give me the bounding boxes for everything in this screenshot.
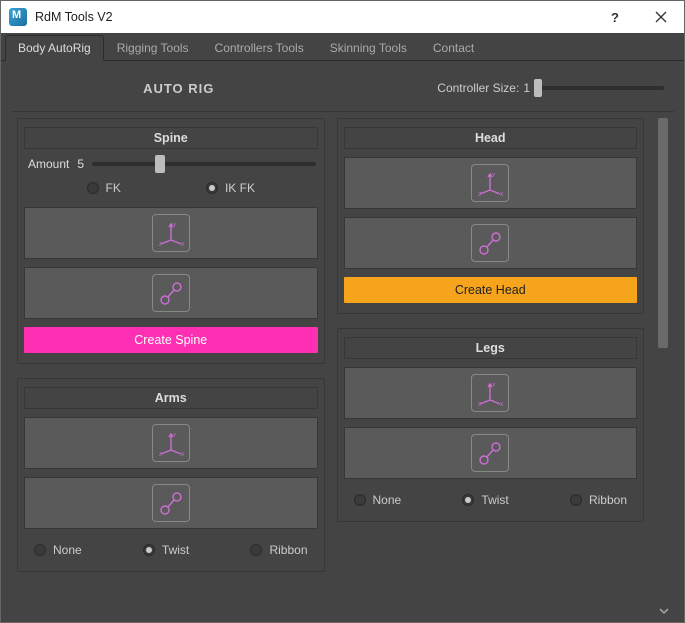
legs-radio-ribbon[interactable]: Ribbon	[570, 493, 627, 507]
joint-chain-icon	[152, 484, 190, 522]
create-head-button[interactable]: Create Head	[344, 277, 638, 303]
radio-label: None	[53, 543, 82, 557]
legs-joint-button[interactable]	[344, 427, 638, 479]
controller-size-slider-thumb[interactable]	[534, 79, 542, 97]
arms-radio-none[interactable]: None	[34, 543, 82, 557]
svg-text:Z: Z	[159, 242, 162, 248]
legs-radio-twist[interactable]: Twist	[462, 493, 508, 507]
radio-dot-icon	[250, 544, 262, 556]
spine-amount-slider-thumb[interactable]	[155, 155, 165, 173]
svg-text:Y: Y	[492, 383, 496, 389]
arms-mode-radios: None Twist Ribbon	[24, 539, 318, 561]
spine-radio-fk[interactable]: FK	[87, 181, 121, 195]
spine-mode-radios: FK IK FK	[24, 177, 318, 199]
close-button[interactable]	[638, 1, 684, 33]
tabbar: Body AutoRig Rigging Tools Controllers T…	[1, 33, 684, 61]
svg-text:X: X	[500, 402, 504, 408]
legs-panel: Legs Y Z X	[337, 328, 645, 522]
controller-size-slider[interactable]	[534, 86, 664, 90]
scroll-down-icon[interactable]	[658, 605, 670, 617]
main-scroll-area: Spine Amount 5 FK IK FK	[11, 111, 674, 604]
radio-dot-icon	[462, 494, 474, 506]
arms-radio-ribbon[interactable]: Ribbon	[250, 543, 307, 557]
radio-label: IK FK	[225, 181, 255, 195]
spine-locator-button[interactable]: Y Z X	[24, 207, 318, 259]
spine-amount-slider[interactable]	[92, 162, 315, 166]
legs-heading: Legs	[344, 337, 638, 359]
axis-locator-icon: Y Z X	[471, 374, 509, 412]
radio-label: None	[373, 493, 402, 507]
spine-heading: Spine	[24, 127, 318, 149]
arms-radio-twist[interactable]: Twist	[143, 543, 189, 557]
legs-locator-button[interactable]: Y Z X	[344, 367, 638, 419]
radio-label: Ribbon	[589, 493, 627, 507]
svg-text:Y: Y	[492, 173, 496, 179]
controller-size-value: 1	[523, 81, 530, 95]
vertical-scrollbar[interactable]	[656, 118, 670, 604]
help-button[interactable]: ?	[592, 1, 638, 33]
controller-size-label: Controller Size:	[437, 81, 519, 95]
header-row: AUTO RIG Controller Size: 1	[11, 71, 674, 105]
head-joint-button[interactable]	[344, 217, 638, 269]
radio-dot-icon	[143, 544, 155, 556]
joint-chain-icon	[152, 274, 190, 312]
radio-label: FK	[106, 181, 121, 195]
content-area: AUTO RIG Controller Size: 1 Spine Amount …	[1, 61, 684, 622]
axis-locator-icon: Y Z X	[471, 164, 509, 202]
arms-locator-button[interactable]: Y Z X	[24, 417, 318, 469]
svg-text:Y: Y	[173, 223, 177, 229]
spine-radio-ikfk[interactable]: IK FK	[206, 181, 255, 195]
spine-amount-row: Amount 5	[24, 157, 318, 177]
svg-text:Z: Z	[478, 192, 481, 198]
app-logo-icon	[9, 8, 27, 26]
spine-joint-button[interactable]	[24, 267, 318, 319]
spine-amount-value: 5	[77, 157, 84, 171]
svg-text:X: X	[500, 192, 504, 198]
spine-panel: Spine Amount 5 FK IK FK	[17, 118, 325, 364]
tab-rigging-tools[interactable]: Rigging Tools	[104, 35, 202, 60]
arms-joint-button[interactable]	[24, 477, 318, 529]
arms-heading: Arms	[24, 387, 318, 409]
window-title: RdM Tools V2	[35, 10, 592, 24]
spine-amount-label: Amount	[26, 157, 69, 171]
svg-text:X: X	[181, 242, 185, 248]
tab-skinning-tools[interactable]: Skinning Tools	[317, 35, 420, 60]
arms-panel: Arms Y Z X	[17, 378, 325, 572]
bottom-scroll-row	[11, 604, 674, 618]
button-label: Create Head	[455, 283, 526, 297]
app-window: RdM Tools V2 ? Body AutoRig Rigging Tool…	[0, 0, 685, 623]
radio-dot-icon	[570, 494, 582, 506]
head-panel: Head Y Z X	[337, 118, 645, 314]
autorig-heading: AUTO RIG	[15, 81, 343, 96]
radio-dot-icon	[206, 182, 218, 194]
radio-label: Twist	[481, 493, 508, 507]
button-label: Create Spine	[134, 333, 207, 347]
radio-dot-icon	[354, 494, 366, 506]
svg-text:Z: Z	[159, 452, 162, 458]
controller-size-control: Controller Size: 1	[343, 81, 671, 95]
svg-text:Z: Z	[478, 402, 481, 408]
legs-mode-radios: None Twist Ribbon	[344, 489, 638, 511]
radio-label: Twist	[162, 543, 189, 557]
svg-text:X: X	[181, 452, 185, 458]
tab-contact[interactable]: Contact	[420, 35, 487, 60]
head-locator-button[interactable]: Y Z X	[344, 157, 638, 209]
titlebar: RdM Tools V2 ?	[1, 1, 684, 33]
axis-locator-icon: Y Z X	[152, 424, 190, 462]
radio-dot-icon	[87, 182, 99, 194]
tab-body-autorig[interactable]: Body AutoRig	[5, 35, 104, 61]
svg-text:Y: Y	[173, 433, 177, 439]
tab-controllers-tools[interactable]: Controllers Tools	[202, 35, 317, 60]
legs-radio-none[interactable]: None	[354, 493, 402, 507]
left-column: Spine Amount 5 FK IK FK	[17, 118, 325, 604]
axis-locator-icon: Y Z X	[152, 214, 190, 252]
radio-label: Ribbon	[269, 543, 307, 557]
create-spine-button[interactable]: Create Spine	[24, 327, 318, 353]
scrollbar-thumb[interactable]	[658, 118, 668, 348]
radio-dot-icon	[34, 544, 46, 556]
joint-chain-icon	[471, 224, 509, 262]
right-column: Head Y Z X	[337, 118, 645, 604]
joint-chain-icon	[471, 434, 509, 472]
head-heading: Head	[344, 127, 638, 149]
